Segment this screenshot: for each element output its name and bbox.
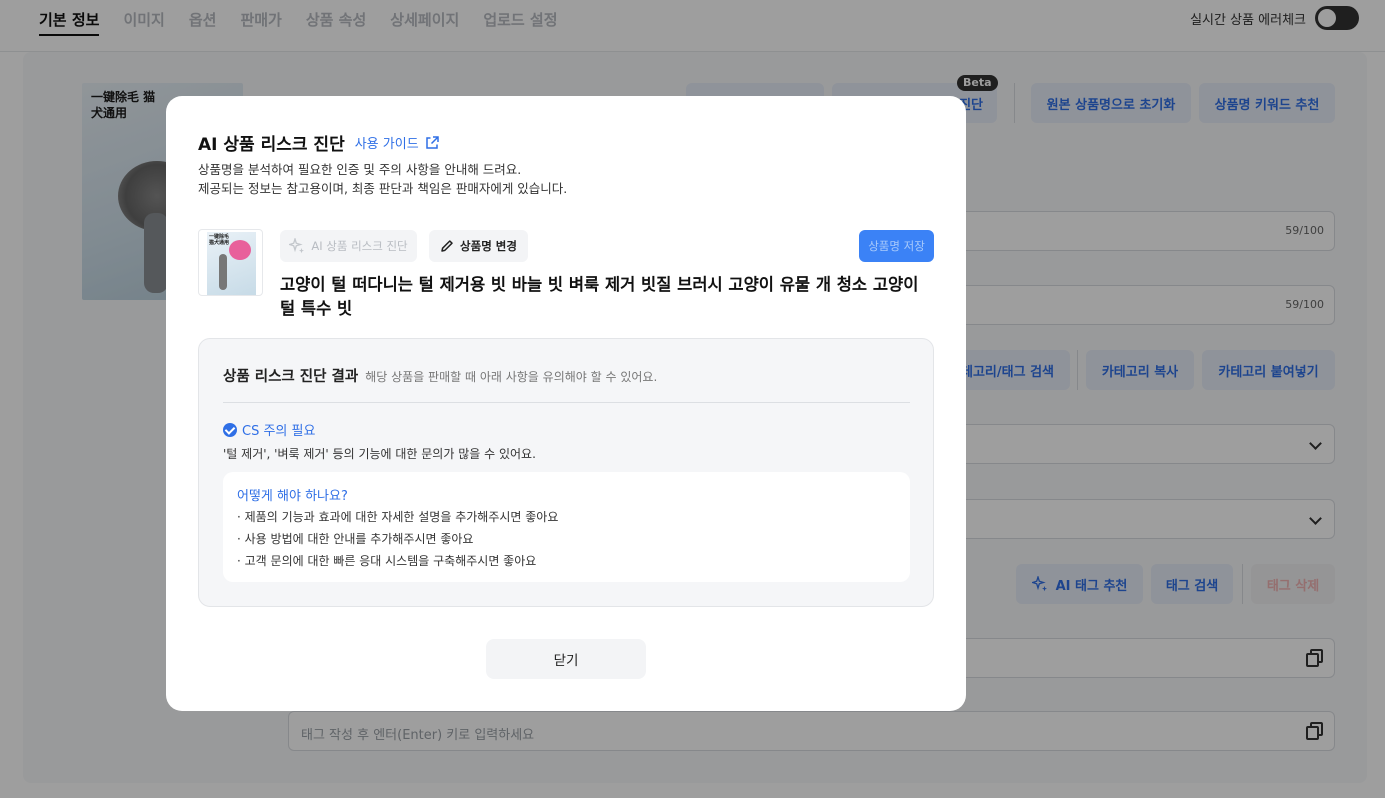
- close-button[interactable]: 닫기: [486, 639, 646, 679]
- ai-risk-diagnose-button[interactable]: AI 상품 리스크 진단: [280, 230, 417, 262]
- result-title: 상품 리스크 진단 결과: [223, 369, 359, 385]
- check-circle-icon: [223, 422, 237, 437]
- rename-product-label: 상품명 변경: [460, 239, 517, 253]
- usage-guide-label: 사용 가이드: [354, 137, 419, 152]
- diagnosis-result-panel: 상품 리스크 진단 결과 해당 상품을 판매할 때 아래 사항을 유의해야 할 …: [198, 338, 934, 607]
- modal-title: AI 상품 리스크 진단: [198, 135, 345, 155]
- thumbnail-image: 一键除毛 猫犬通用: [207, 232, 256, 295]
- result-subtitle: 해당 상품을 판매할 때 아래 사항을 유의해야 할 수 있어요.: [365, 370, 658, 384]
- how-to-list: · 제품의 기능과 효과에 대한 자세한 설명을 추가해주시면 좋아요 · 사용…: [237, 506, 558, 572]
- cs-warning-title: CS 주의 필요: [223, 420, 315, 439]
- how-to-box: 어떻게 해야 하나요? · 제품의 기능과 효과에 대한 자세한 설명을 추가해…: [223, 472, 910, 582]
- list-item: · 사용 방법에 대한 안내를 추가해주시면 좋아요: [237, 532, 474, 546]
- thumbnail-caption: 一键除毛 猫犬通用: [209, 234, 230, 246]
- pencil-icon: [441, 240, 453, 252]
- thumbnail-pink-shape: [229, 240, 251, 260]
- cs-warning-description: '털 제거', '벼룩 제거' 등의 기능에 대한 문의가 많을 수 있어요.: [223, 447, 536, 461]
- external-link-icon: [425, 135, 439, 149]
- sparkle-icon: [289, 238, 305, 254]
- risk-diagnosis-modal: AI 상품 리스크 진단 사용 가이드 상품명을 분석하여 필요한 인증 및 주…: [166, 96, 966, 711]
- thumbnail-brush-handle: [219, 254, 227, 290]
- usage-guide-link[interactable]: 사용 가이드: [355, 133, 440, 152]
- list-item: · 고객 문의에 대한 빠른 응대 시스템을 구축해주시면 좋아요: [237, 554, 537, 568]
- result-divider: [223, 402, 910, 403]
- how-to-title: 어떻게 해야 하나요?: [237, 489, 348, 504]
- modal-header: AI 상품 리스크 진단 사용 가이드: [198, 130, 440, 155]
- save-product-name-button[interactable]: 상품명 저장: [859, 230, 934, 262]
- modal-description: 상품명을 분석하여 필요한 인증 및 주의 사항을 안내해 드려요. 제공되는 …: [198, 160, 567, 198]
- ai-risk-diagnose-label: AI 상품 리스크 진단: [311, 239, 408, 253]
- product-name-text: 고양이 털 떠다니는 털 제거용 빗 바늘 빗 벼룩 제거 빗질 브러시 고양이…: [280, 275, 919, 318]
- list-item: · 제품의 기능과 효과에 대한 자세한 설명을 추가해주시면 좋아요: [237, 510, 559, 524]
- description-line-2: 제공되는 정보는 참고용이며, 최종 판단과 책임은 판매자에게 있습니다.: [198, 181, 568, 196]
- product-thumbnail: 一键除毛 猫犬通用: [198, 229, 263, 296]
- result-header: 상품 리스크 진단 결과 해당 상품을 판매할 때 아래 사항을 유의해야 할 …: [223, 365, 657, 386]
- description-line-1: 상품명을 분석하여 필요한 인증 및 주의 사항을 안내해 드려요.: [198, 162, 522, 177]
- cs-warning-label: CS 주의 필요: [242, 424, 316, 439]
- rename-product-button[interactable]: 상품명 변경: [429, 230, 528, 262]
